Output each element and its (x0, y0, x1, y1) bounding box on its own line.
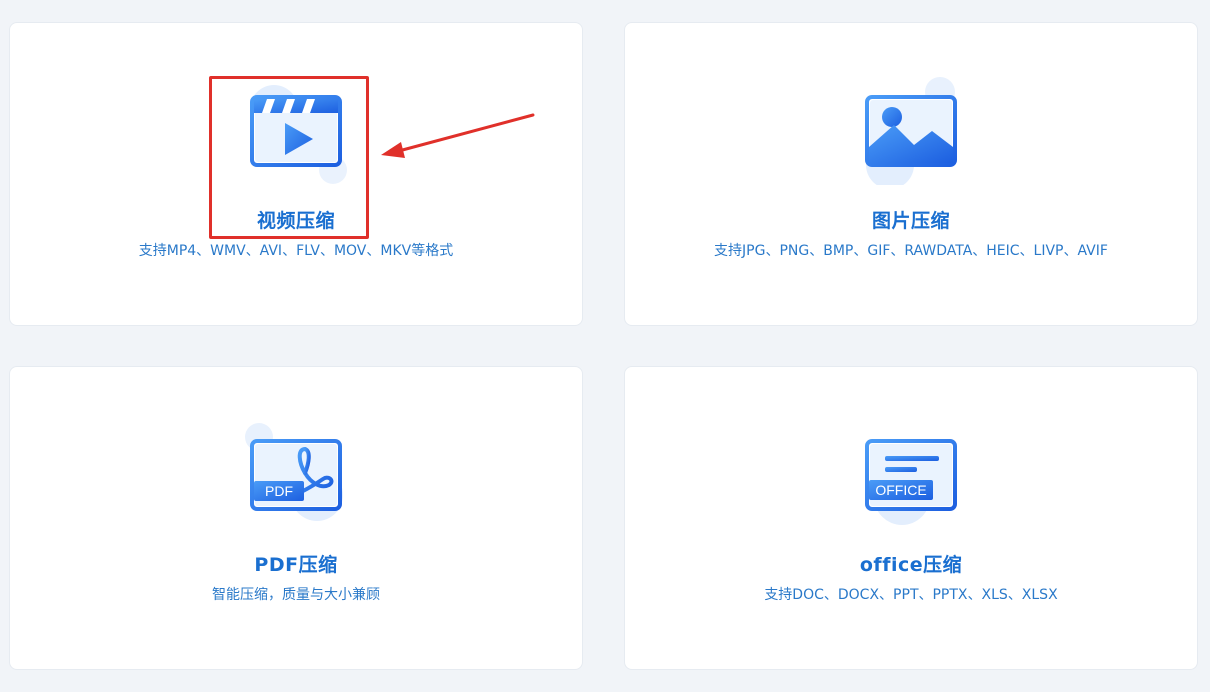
office-icon-label: OFFICE (875, 482, 926, 498)
card-description: 支持DOC、DOCX、PPT、PPTX、XLS、XLSX (764, 587, 1058, 603)
card-title: PDF压缩 (254, 554, 338, 576)
card-title: 视频压缩 (256, 210, 335, 232)
card-title: office压缩 (859, 554, 963, 576)
pdf-icon: PDF (237, 419, 357, 529)
card-title: 图片压缩 (871, 210, 950, 232)
office-icon: OFFICE (852, 419, 972, 529)
card-description: 支持MP4、WMV、AVI、FLV、MOV、MKV等格式 (138, 243, 454, 259)
card-description: 智能压缩，质量与大小兼顾 (212, 587, 380, 603)
pdf-icon-label: PDF (265, 483, 293, 499)
card-description: 支持JPG、PNG、BMP、GIF、RAWDATA、HEIC、LIVP、AVIF (714, 243, 1108, 259)
video-icon (237, 75, 357, 185)
pdf-compress-card[interactable]: PDF PDF压缩 智能压缩，质量与大小兼顾 (9, 366, 583, 670)
office-compress-card[interactable]: OFFICE office压缩 支持DOC、DOCX、PPT、PPTX、XLS、… (624, 366, 1198, 670)
image-compress-card[interactable]: 图片压缩 支持JPG、PNG、BMP、GIF、RAWDATA、HEIC、LIVP… (624, 22, 1198, 326)
image-icon (852, 75, 972, 185)
video-compress-card[interactable]: 视频压缩 支持MP4、WMV、AVI、FLV、MOV、MKV等格式 (9, 22, 583, 326)
